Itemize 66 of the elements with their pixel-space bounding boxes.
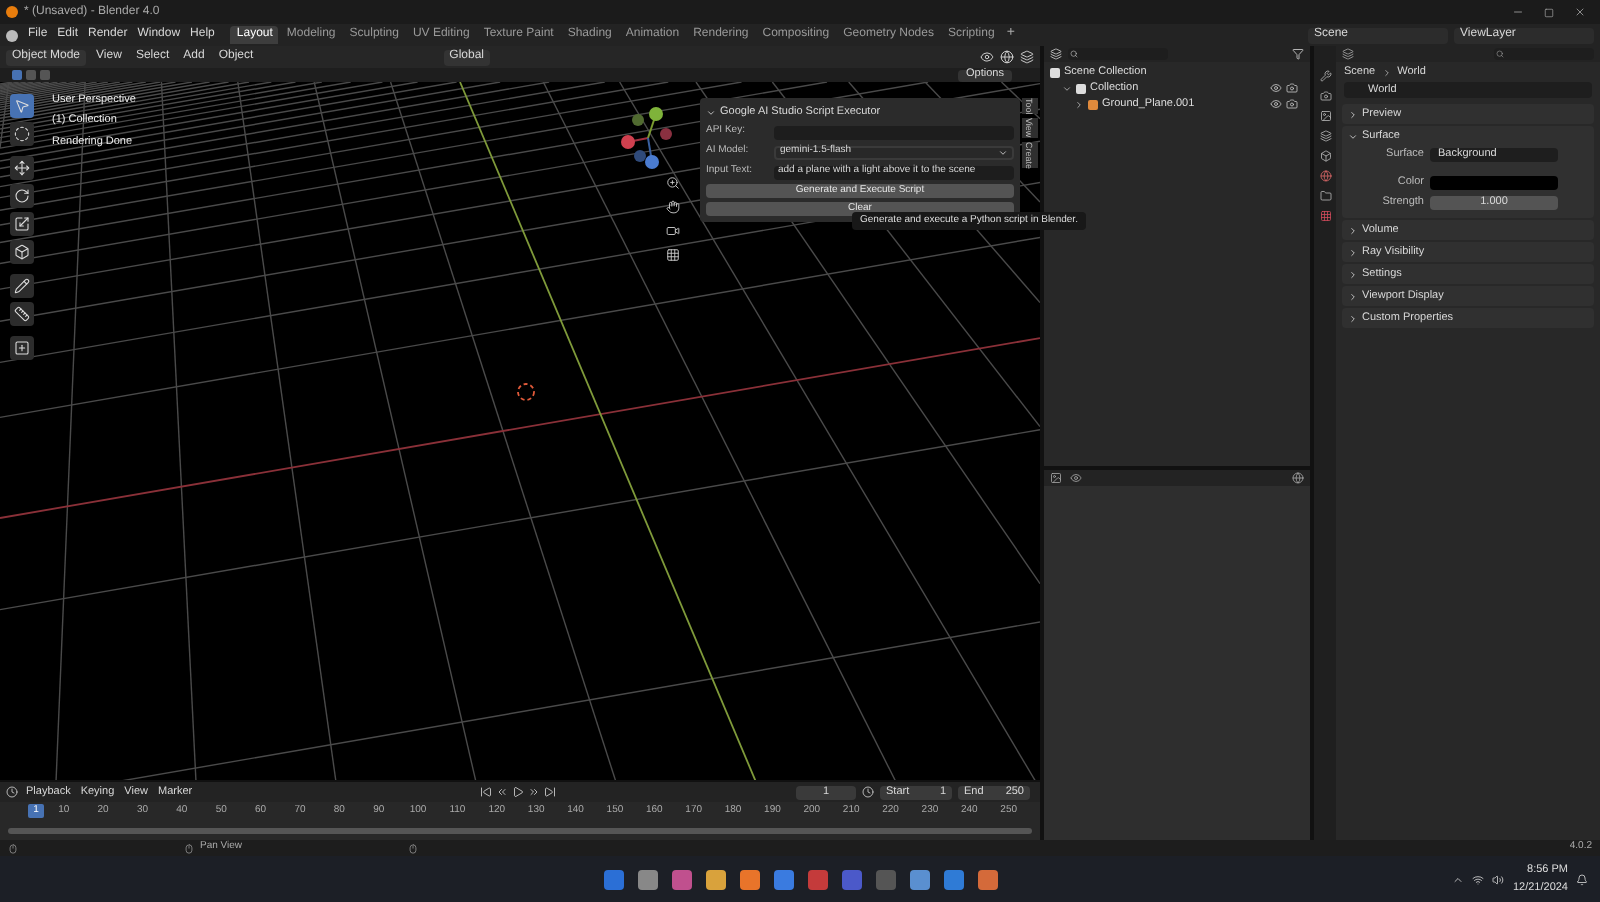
filter-icon[interactable] [1292,48,1304,60]
display-mode-icon[interactable] [1050,48,1062,60]
network-icon [1472,873,1485,885]
color-swatch[interactable] [1430,175,1558,189]
eye-icon [1270,82,1282,94]
caret-icon [998,147,1008,157]
camera-view-icon[interactable] [666,224,680,238]
editor-type-icon[interactable] [1050,472,1062,484]
world-tab-icon[interactable] [1319,170,1331,182]
maximize-icon[interactable] [1544,7,1554,17]
tool-button[interactable] [10,336,34,360]
measure-icon [14,306,30,322]
view-icon[interactable] [1070,472,1082,484]
collection-icon [1050,67,1060,77]
mouse-icon [408,843,419,853]
output-tab-icon[interactable] [1319,110,1331,122]
tool-button[interactable] [10,302,34,326]
pan-hand-icon[interactable] [666,200,680,214]
tool-button[interactable] [10,184,34,208]
play-icon[interactable] [512,786,525,798]
annotate-icon [14,278,30,294]
mouse-icon [8,843,18,853]
zoom-icon[interactable] [666,176,680,190]
view-layer-tab-icon[interactable] [1319,130,1331,142]
editor-type-icon[interactable] [1342,48,1354,60]
visibility-icon[interactable] [980,50,994,64]
mouse-icon [184,843,194,853]
tool-button[interactable] [10,240,34,264]
move-icon [14,160,30,176]
camera-icon [1286,98,1298,110]
scale-icon [14,216,30,232]
select-cursor-icon [14,98,30,114]
notification-icon [1576,873,1588,885]
camera-icon [1286,82,1298,94]
scene-tab-icon[interactable] [1319,150,1331,162]
jump-start-icon[interactable] [480,786,493,798]
timeline-scrollbar[interactable] [8,827,1032,833]
axis-gizmo-drawing[interactable] [616,102,676,174]
shading-icon[interactable] [1292,472,1304,484]
volume-icon [1492,873,1505,885]
properties-search-field[interactable] [1494,48,1594,60]
eye-icon [1270,98,1282,110]
search-icon [1070,50,1078,58]
editor-type-icon[interactable] [6,786,18,798]
shading-icon[interactable] [1000,50,1014,64]
tool-button[interactable] [10,122,34,146]
jump-end-icon[interactable] [544,786,557,798]
tool-button[interactable] [10,212,34,236]
tool-button[interactable] [10,156,34,180]
rotate-icon [14,188,30,204]
blender-logo-icon [6,6,18,18]
outliner-search-field[interactable] [1068,48,1168,60]
tool-tab-icon[interactable] [1319,70,1331,82]
3d-cursor-icon [517,383,535,401]
collection-tab-icon[interactable] [1319,190,1331,202]
render-tab-icon[interactable] [1319,90,1331,102]
grid-view-icon[interactable] [666,248,680,262]
overlay-icon[interactable] [1020,50,1034,64]
close-icon[interactable] [1574,6,1586,18]
texture-tab-icon[interactable] [1319,210,1331,222]
stopwatch-icon[interactable] [862,786,874,798]
tool-button[interactable] [10,274,34,298]
blender-menu-icon[interactable] [6,29,18,41]
breadcrumb-separator-icon [1381,67,1392,77]
search-icon [1496,50,1504,58]
previous-keyframe-icon[interactable] [496,786,509,798]
